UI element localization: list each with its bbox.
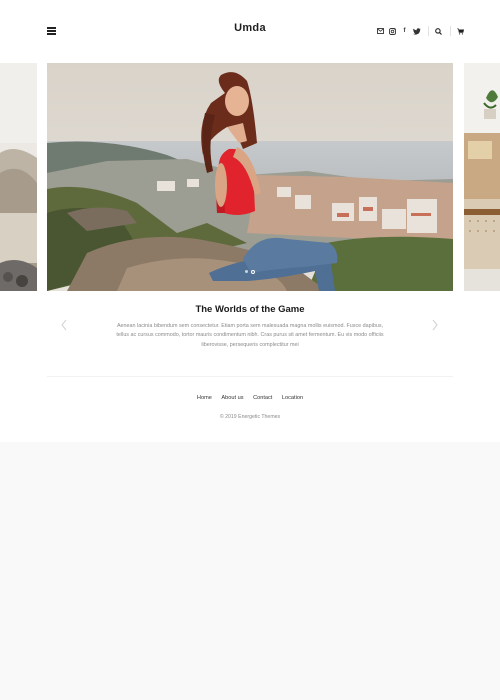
logo-text[interactable]: Umda — [234, 22, 266, 34]
footer-link-home[interactable]: Home — [197, 395, 212, 401]
featured-slide-image[interactable] — [47, 63, 453, 291]
cart-icon[interactable] — [456, 27, 465, 36]
header-icons: f — [376, 26, 468, 36]
twitter-icon[interactable] — [412, 27, 421, 36]
slider-prev-arrow[interactable] — [59, 318, 69, 332]
page: Umda f The Worlds of the Game Aenean lac… — [0, 0, 500, 442]
header-divider — [428, 26, 429, 36]
envelope-icon[interactable] — [376, 27, 385, 36]
footer-link-location[interactable]: Location — [282, 395, 303, 401]
slider-dot[interactable] — [245, 270, 248, 273]
footer-nav: Home About us Contact Location — [0, 395, 500, 401]
facebook-icon[interactable]: f — [400, 27, 409, 36]
footer-link-about-us[interactable]: About us — [221, 395, 243, 401]
slide-title: The Worlds of the Game — [195, 304, 305, 315]
header-divider — [450, 26, 451, 36]
footer-divider — [47, 376, 453, 377]
slider-dot-active[interactable] — [251, 269, 255, 274]
instagram-icon[interactable] — [388, 27, 397, 36]
next-slide-image[interactable] — [464, 63, 500, 291]
copyright-text: © 2019 Energetic Themes — [219, 414, 281, 420]
footer-link-contact[interactable]: Contact — [253, 395, 272, 401]
slider-next-arrow[interactable] — [430, 318, 440, 332]
previous-slide-image[interactable] — [0, 63, 37, 291]
slide-description: Aenean lacinia bibendum sem consectetur.… — [116, 323, 384, 348]
search-icon[interactable] — [434, 27, 443, 36]
slider-pagination — [245, 269, 255, 274]
